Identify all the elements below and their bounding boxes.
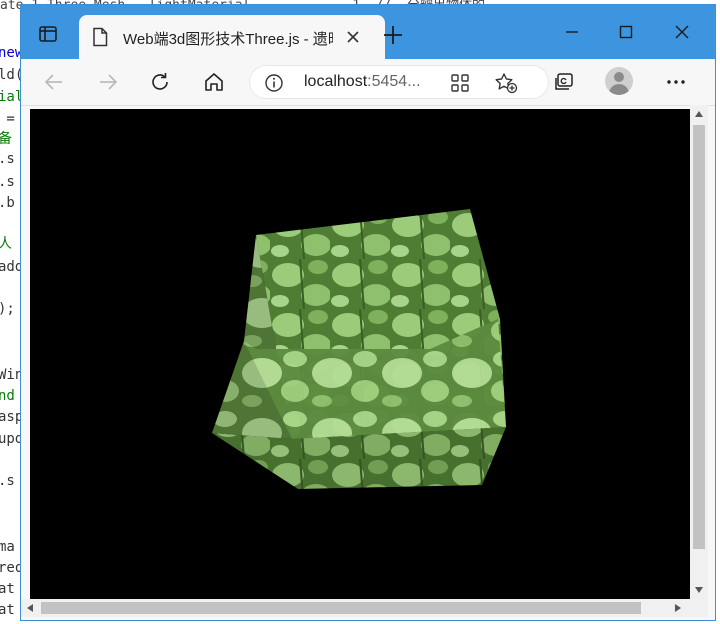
tab-bar: Web端3d图形技术Three.js - 遗昕 xyxy=(21,5,715,59)
browser-toolbar: localhost:5454... xyxy=(21,59,715,106)
address-bar[interactable]: localhost:5454... xyxy=(249,65,549,99)
address-port: :5454... xyxy=(367,73,421,90)
code-line: ma xyxy=(0,539,15,555)
horizontal-scrollbar[interactable] xyxy=(21,599,690,617)
more-menu-icon[interactable] xyxy=(661,67,691,97)
scroll-left-icon[interactable] xyxy=(25,603,35,613)
vertical-scrollbar[interactable] xyxy=(690,105,708,599)
code-line: .b xyxy=(0,195,15,211)
code-line: = xyxy=(6,111,15,127)
code-line: 人 xyxy=(0,236,12,252)
tab-actions-icon[interactable] xyxy=(33,19,63,49)
back-arrow-icon[interactable] xyxy=(39,67,69,97)
code-line: .s xyxy=(0,174,15,190)
code-line: .s xyxy=(0,473,15,489)
apps-grid-icon[interactable] xyxy=(450,73,470,93)
home-icon[interactable] xyxy=(199,67,229,97)
code-line: nd xyxy=(0,388,15,404)
avatar-body xyxy=(609,84,629,95)
address-text: localhost:5454... xyxy=(304,73,421,91)
avatar-head xyxy=(614,72,624,82)
maximize-icon[interactable] xyxy=(613,19,639,45)
code-line: at xyxy=(0,581,15,597)
scroll-up-icon[interactable] xyxy=(694,109,704,119)
vertical-scroll-thumb[interactable] xyxy=(693,125,705,549)
window-close-icon[interactable] xyxy=(669,19,695,45)
scroll-down-icon[interactable] xyxy=(694,585,704,595)
close-icon[interactable] xyxy=(343,27,363,47)
collections-icon[interactable] xyxy=(549,67,579,97)
scrollbar-corner xyxy=(690,599,708,617)
browser-window: Web端3d图形技术Three.js - 遗昕 localhost:5454..… xyxy=(20,4,716,621)
tab-title: Web端3d图形技术Three.js - 遗昕 xyxy=(123,31,333,48)
refresh-icon[interactable] xyxy=(145,67,175,97)
scroll-right-icon[interactable] xyxy=(673,603,683,613)
minimize-icon[interactable] xyxy=(559,19,585,45)
active-tab[interactable]: Web端3d图形技术Three.js - 遗昕 xyxy=(79,15,385,59)
add-favorite-icon[interactable] xyxy=(494,72,518,94)
forward-arrow-icon[interactable] xyxy=(93,67,123,97)
code-line: 备 xyxy=(0,131,12,147)
profile-avatar-icon[interactable] xyxy=(605,67,633,95)
info-icon[interactable] xyxy=(264,73,284,93)
horizontal-scroll-thumb[interactable] xyxy=(41,602,641,614)
code-line: .s xyxy=(0,151,15,167)
page-icon xyxy=(91,27,109,47)
code-line: at xyxy=(0,602,15,618)
address-host: localhost xyxy=(304,73,368,90)
webgl-canvas[interactable] xyxy=(30,109,690,599)
plus-icon[interactable] xyxy=(381,23,405,47)
cube-render xyxy=(212,209,506,489)
code-line: ); xyxy=(0,301,15,317)
